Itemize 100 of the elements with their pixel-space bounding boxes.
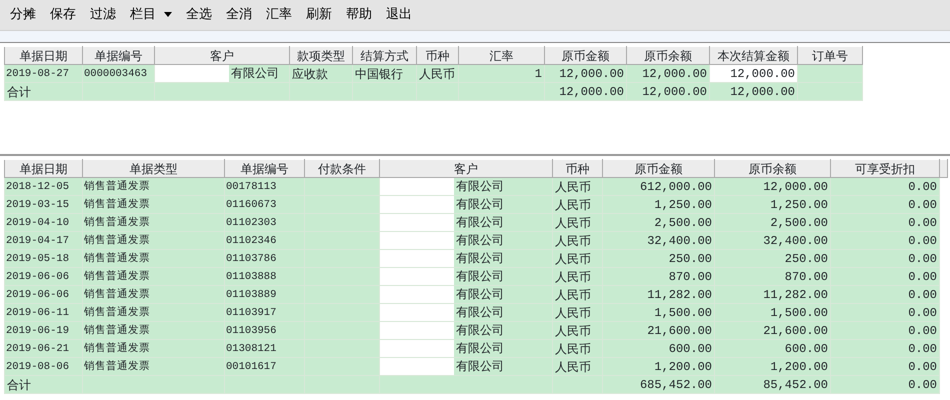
table-cell: 人民币 [552,268,602,286]
table-cell: 人民币 [552,286,602,304]
column-header[interactable]: 原币余额 [626,46,710,64]
table-cell: 2019-05-18 [4,250,82,268]
table-cell: 12,000.00 [544,82,626,100]
table-cell: 1,500.00 [714,304,830,322]
table-cell: 12,000.00 [710,82,798,100]
table-cell: 销售普通发票 [82,358,224,376]
table-cell-text: 有限公司 [456,251,504,265]
table-cell: 人民币 [552,358,602,376]
column-header[interactable]: 汇率 [458,46,544,64]
table-cell: 32,400.00 [602,232,714,250]
table-cell: 合计 [4,82,82,100]
table-cell: 0.00 [830,340,940,358]
table-cell: 600.00 [602,340,714,358]
column-header[interactable]: 付款条件 [304,160,380,178]
table-cell: 1,250.00 [714,196,830,214]
table-cell: 销售普通发票 [82,178,224,196]
table-cell: 人民币 [552,232,602,250]
table-cell: 销售普通发票 [82,250,224,268]
table-cell: 01103786 [224,250,304,268]
table-cell: 870.00 [714,268,830,286]
column-header[interactable]: 单据日期 [4,46,82,64]
table-cell: 01102303 [224,214,304,232]
table-cell: 人民币 [416,64,458,82]
table-cell-text: 有限公司 [456,341,504,355]
table-cell: 合计 [4,376,82,394]
table-cell: 0.00 [830,358,940,376]
table-cell: 01103956 [224,322,304,340]
column-header[interactable]: 客户 [154,46,290,64]
column-header[interactable]: 原币金额 [602,160,714,178]
table-cell: 01308121 [224,340,304,358]
table-cell: 0.00 [830,322,940,340]
table-cell: 0.00 [830,196,940,214]
table-cell: 685,452.00 [602,376,714,394]
table-cell: 销售普通发票 [82,286,224,304]
table-cell: 0.00 [830,376,940,394]
table-cell: 12,000.00 [626,82,710,100]
table-cell: 01103888 [224,268,304,286]
table-cell: 2018-12-05 [4,178,82,196]
table-cell: 250.00 [602,250,714,268]
table-cell-text: 有限公司 [456,359,504,373]
table-cell: 2019-06-11 [4,304,82,322]
table-cell: 2019-06-06 [4,268,82,286]
table-cell: 2019-06-06 [4,286,82,304]
table-cell: 2019-03-15 [4,196,82,214]
table-cell: 0.00 [830,178,940,196]
table-cell: 人民币 [552,214,602,232]
column-header[interactable]: 单据编号 [82,46,154,64]
table-cell: 12,000.00 [714,178,830,196]
table-cell: 人民币 [552,340,602,358]
table-cell: 人民币 [552,322,602,340]
table-cell: 0.00 [830,268,940,286]
table-cell: 12,000.00 [544,64,626,82]
caret-icon [164,12,172,17]
table-cell: 2019-06-19 [4,322,82,340]
column-header[interactable]: 单据类型 [82,160,224,178]
column-header[interactable]: 可享受折扣 [830,160,940,178]
table-cell-text: 有限公司 [456,233,504,247]
column-header[interactable]: 币种 [416,46,458,64]
table-cell: 2019-04-17 [4,232,82,250]
table-cell: 1 [458,64,544,82]
column-header[interactable]: 单据日期 [4,160,82,178]
table-cell: 2019-08-27 [4,64,82,82]
table-cell: 0.00 [830,286,940,304]
column-header[interactable]: 原币金额 [544,46,626,64]
table-cell: 2,500.00 [602,214,714,232]
table-cell: 11,282.00 [714,286,830,304]
table-cell-text: 有限公司 [456,323,504,337]
column-header[interactable]: 结算方式 [352,46,416,64]
column-header[interactable]: 订单号 [798,46,862,64]
input-field[interactable]: 12,000.00 [710,64,798,82]
column-header[interactable]: 币种 [552,160,602,178]
column-header[interactable]: 单据编号 [224,160,304,178]
column-header[interactable]: 本次结算金额 [710,46,798,64]
table-cell: 870.00 [602,268,714,286]
table-cell: 01160673 [224,196,304,214]
table-cell: 人民币 [552,178,602,196]
table-cell: 应收款 [290,64,352,82]
table-cell: 612,000.00 [602,178,714,196]
table-cell: 人民币 [552,196,602,214]
table-cell-text: 有限公司 [456,215,504,229]
table-cell: 销售普通发票 [82,214,224,232]
table-cell: 0.00 [830,250,940,268]
table-cell: 2019-06-21 [4,340,82,358]
table-cell: 32,400.00 [714,232,830,250]
table-cell: 0.00 [830,232,940,250]
table-cell-text: 有限公司 [456,287,504,301]
table-cell: 21,600.00 [602,322,714,340]
table-cell: 0.00 [830,304,940,322]
table-cell: 销售普通发票 [82,322,224,340]
table-cell: 人民币 [552,304,602,322]
table-cell: 11,282.00 [602,286,714,304]
column-header[interactable]: 客户 [380,160,552,178]
table-cell: 600.00 [714,340,830,358]
table-cell: 销售普通发票 [82,268,224,286]
column-header[interactable]: 款项类型 [290,46,352,64]
table-cell: 1,200.00 [714,358,830,376]
column-header[interactable]: 原币余额 [714,160,830,178]
table-cell: 21,600.00 [714,322,830,340]
